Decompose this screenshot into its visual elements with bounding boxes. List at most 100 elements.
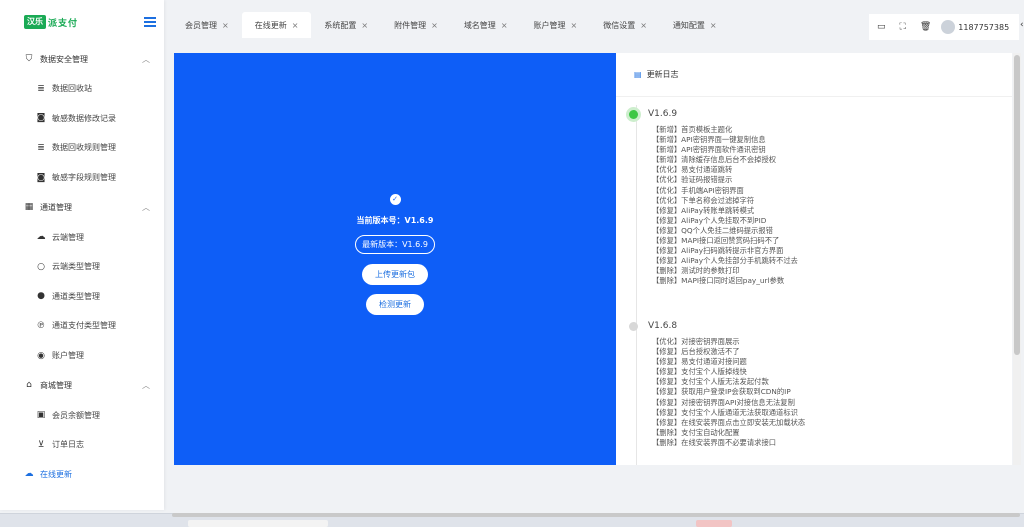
sidebar-item-cloud[interactable]: ☁ 云端管理 bbox=[0, 222, 164, 252]
changelog-entry: 【优化】手机端API密钥界面 bbox=[652, 185, 744, 195]
check-update-button[interactable]: 检测更新 bbox=[366, 294, 424, 315]
logo-text: 派支付 bbox=[48, 18, 79, 29]
sidebar-item-label: 订单日志 bbox=[52, 440, 84, 450]
tab-attachment[interactable]: 附件管理 × bbox=[381, 12, 451, 38]
sidebar-item-order-log[interactable]: ⊻ 订单日志 bbox=[0, 430, 164, 460]
scrollbar[interactable] bbox=[1013, 53, 1021, 465]
sidebar-item-member-balance[interactable]: ▣ 会员余额管理 bbox=[0, 400, 164, 430]
fullscreen-icon[interactable]: ⛶ bbox=[900, 22, 906, 32]
sidebar-item-label: 通道类型管理 bbox=[52, 291, 100, 301]
sidebar: 汉乐 派支付 ⛉ 数据安全管理 ︿ ≣ 数据回收站 ◙ 敏感数据修改记录 ≣ 数据回收… bbox=[0, 0, 164, 510]
sidebar-item-channel-type[interactable]: ● 通道类型管理 bbox=[0, 282, 164, 312]
changelog-entry: 【修复】获取用户登录IP会获取到CDN的IP bbox=[652, 387, 791, 397]
monitor-icon[interactable]: ▭ bbox=[877, 22, 886, 32]
horizontal-scrollbar[interactable] bbox=[172, 513, 1020, 517]
tab-label: 账户管理 bbox=[533, 20, 566, 30]
changelog-entry: 【优化】下单名称会过滤掉字符 bbox=[652, 195, 755, 205]
lock-icon: ◙ bbox=[36, 172, 46, 183]
sidebar-item-sensitive-log[interactable]: ◙ 敏感数据修改记录 bbox=[0, 104, 164, 134]
menu-group-shop[interactable]: ⌂ 商城管理 ︿ bbox=[0, 370, 164, 400]
tab-domain[interactable]: 域名管理 × bbox=[451, 12, 521, 38]
changelog-entry: 【新增】首页模板主题化 bbox=[652, 125, 733, 134]
account-icon: ◉ bbox=[37, 350, 45, 361]
changelog-entry: 【优化】易支付通道跳转 bbox=[652, 165, 733, 175]
close-icon[interactable]: × bbox=[571, 21, 578, 30]
menu-group-label: 通道管理 bbox=[40, 202, 72, 212]
sidebar-item-recycle-bin[interactable]: ≣ 数据回收站 bbox=[0, 74, 164, 104]
changelog-entry: 【修复】AliPay扫码跳转提示非官方界面 bbox=[652, 246, 784, 256]
close-icon[interactable]: × bbox=[292, 21, 299, 30]
sidebar-item-label: 账户管理 bbox=[52, 351, 84, 361]
timeline-version: V1.6.8 bbox=[629, 321, 677, 331]
changelog-entry: 【修复】支付宝个人版无法发起付款 bbox=[652, 377, 769, 387]
latest-version-badge: 最新版本：V1.6.9 bbox=[355, 235, 435, 254]
database-icon: ≣ bbox=[37, 142, 45, 153]
tab-account[interactable]: 账户管理 × bbox=[521, 12, 591, 38]
menu-group-data-security[interactable]: ⛉ 数据安全管理 ︿ bbox=[0, 44, 164, 74]
shield-icon: ⛉ bbox=[25, 54, 33, 64]
close-icon[interactable]: × bbox=[222, 21, 229, 30]
sidebar-item-account[interactable]: ◉ 账户管理 bbox=[0, 341, 164, 371]
tab-wechat[interactable]: 微信设置 × bbox=[590, 12, 660, 38]
tab-online-update[interactable]: 在线更新 × bbox=[241, 12, 312, 38]
changelog-entry: 【修复】后台授权激活不了 bbox=[652, 347, 740, 357]
tab-system-config[interactable]: 系统配置 × bbox=[311, 12, 381, 38]
trash-icon[interactable]: 🗑 bbox=[920, 22, 931, 32]
changelog-panel: ▤ 更新日志 V1.6.9 【新增】首页模板主题化 【新增】API密钥界面一键复制信… bbox=[616, 53, 1012, 465]
sidebar-item-online-update[interactable]: ☁ 在线更新 bbox=[0, 460, 164, 490]
menu-group-label: 商城管理 bbox=[40, 380, 72, 390]
chevron-up-icon: ︿ bbox=[142, 380, 150, 390]
sidebar-item-cloud-type[interactable]: ○ 云端类型管理 bbox=[0, 252, 164, 282]
close-icon[interactable]: × bbox=[501, 21, 508, 30]
changelog-entry: 【新增】API密钥界面软件通讯密钥 bbox=[652, 145, 766, 155]
close-icon[interactable]: × bbox=[710, 21, 717, 30]
close-icon[interactable]: × bbox=[431, 21, 438, 30]
cart-icon: ⊻ bbox=[37, 439, 45, 450]
taskbar-item[interactable] bbox=[696, 520, 732, 527]
header-toolbar: ▭ ⛶ 🗑 1187757385 bbox=[869, 14, 1019, 40]
changelog-entry: 【删除】支付宝自动化配置 bbox=[652, 427, 740, 437]
document-icon: ▤ bbox=[634, 70, 642, 79]
avatar bbox=[941, 20, 956, 34]
timeline-line bbox=[636, 105, 637, 465]
tab-label: 系统配置 bbox=[324, 20, 357, 30]
logo-row: 汉乐 派支付 bbox=[0, 0, 164, 44]
upload-package-button[interactable]: 上传更新包 bbox=[362, 264, 428, 285]
username: 1187757385 bbox=[958, 22, 1010, 32]
sidebar-item-label: 云端类型管理 bbox=[52, 262, 100, 272]
sidebar-item-label: 在线更新 bbox=[40, 469, 72, 479]
close-icon[interactable]: × bbox=[361, 21, 368, 30]
chevron-up-icon: ︿ bbox=[142, 202, 150, 212]
menu-collapse-icon[interactable] bbox=[144, 17, 156, 27]
user-menu[interactable]: 1187757385 bbox=[941, 20, 1009, 34]
close-icon[interactable]: × bbox=[640, 21, 647, 30]
shop-icon: ⌂ bbox=[26, 380, 32, 391]
grid-icon: ▦ bbox=[24, 202, 34, 213]
changelog-entry: 【修复】AliPay个人免挂取不到PID bbox=[652, 215, 767, 225]
chevron-left-icon[interactable]: ‹ bbox=[1020, 20, 1024, 30]
tab-member[interactable]: 会员管理 × bbox=[172, 12, 242, 38]
tab-label: 会员管理 bbox=[185, 20, 217, 30]
timeline-dot bbox=[629, 109, 638, 119]
sidebar-item-recycle-rules[interactable]: ≣ 数据回收规则管理 bbox=[0, 133, 164, 163]
taskbar-item[interactable] bbox=[188, 520, 328, 527]
tab-notify[interactable]: 通知配置 × bbox=[660, 12, 730, 38]
update-panel: ✓ 当前版本号：V1.6.9 最新版本：V1.6.9 上传更新包 检测更新 bbox=[174, 53, 616, 465]
menu-group-channel[interactable]: ▦ 通道管理 ︿ bbox=[0, 192, 164, 222]
changelog-entry: 【修复】对接密钥界面API对接信息无法复制 bbox=[652, 397, 795, 407]
sidebar-item-channel-pay-type[interactable]: ℗ 通道支付类型管理 bbox=[0, 311, 164, 341]
scrollbar-thumb[interactable] bbox=[1014, 55, 1020, 355]
changelog-entry: 【删除】测试时的参数打印 bbox=[652, 266, 740, 276]
changelog-entry: 【优化】对接密钥界面展示 bbox=[652, 337, 740, 346]
timeline-version: V1.6.9 bbox=[629, 109, 677, 119]
sidebar-item-sensitive-rules[interactable]: ◙ 敏感字段规则管理 bbox=[0, 163, 164, 193]
changelog-entries: 【优化】对接密钥界面展示 【修复】后台授权激活不了 【修复】易支付通道对接问题 【修复… bbox=[652, 337, 805, 448]
cloud-upload-icon: ☁ bbox=[24, 469, 34, 480]
changelog-entry: 【修复】支付宝个人版掉线快 bbox=[652, 367, 747, 377]
tab-label: 在线更新 bbox=[254, 20, 287, 30]
tab-bar: 会员管理 × 在线更新 × 系统配置 × 附件管理 × 域名管理 × 账户管理 × 微信设置… bbox=[172, 12, 730, 38]
changelog-entry: 【删除】在线安装界面不必要请求接口 bbox=[652, 437, 777, 447]
logo-badge: 汉乐 bbox=[24, 15, 46, 29]
check-circle-icon: ✓ bbox=[389, 194, 401, 205]
brand-logo[interactable]: 汉乐 派支付 bbox=[24, 15, 78, 29]
